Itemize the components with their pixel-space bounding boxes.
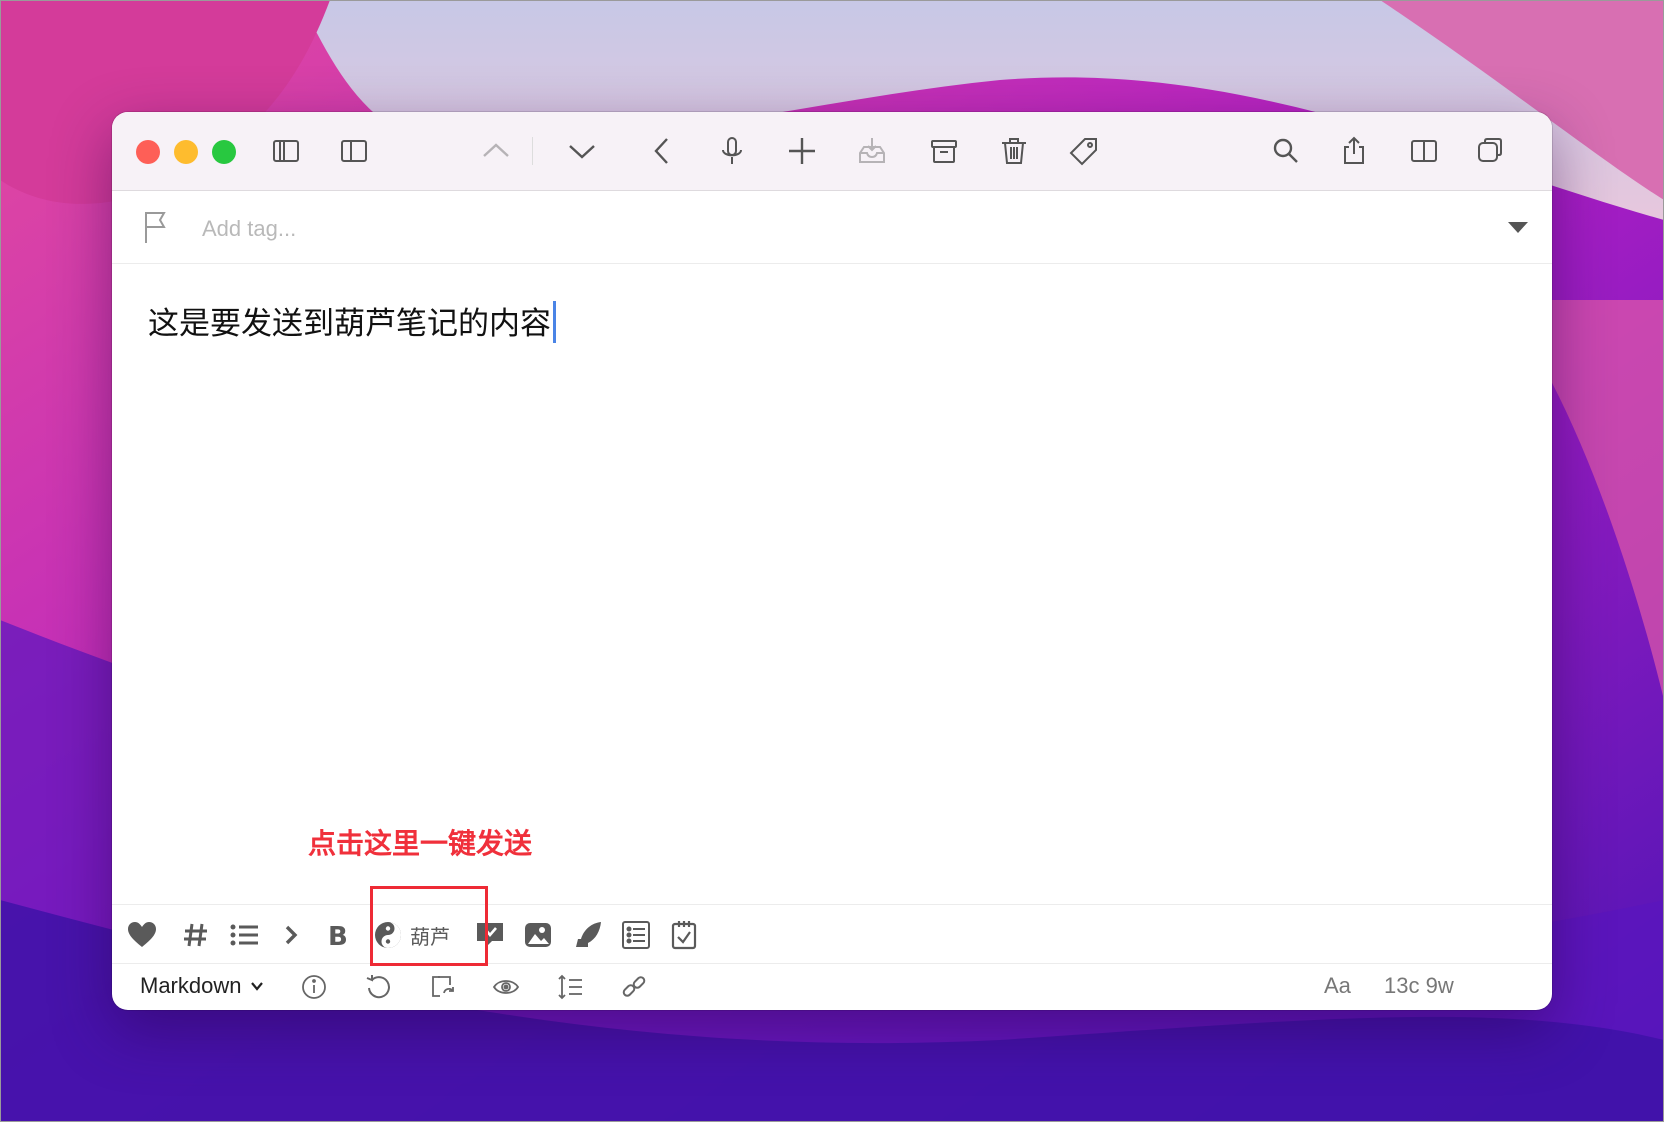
trash-icon[interactable] (992, 129, 1036, 173)
hashtag-icon[interactable] (176, 915, 216, 955)
word-count: 13c 9w (1384, 973, 1454, 998)
annotation-text: 点击这里一键发送 (308, 827, 533, 860)
title-bar (112, 112, 1552, 191)
plus-icon[interactable] (780, 129, 824, 173)
link-icon[interactable] (616, 969, 652, 1005)
quill-icon[interactable] (568, 915, 608, 955)
duplicate-window-icon[interactable] (1468, 129, 1512, 173)
tag-dropdown-icon[interactable] (1506, 219, 1530, 235)
chevron-down-small-icon (251, 982, 264, 991)
mode-selector[interactable]: Markdown (140, 973, 265, 999)
tag-icon[interactable] (1062, 129, 1106, 173)
tag-bar (112, 191, 1552, 264)
sidebar-toggle-icon[interactable] (264, 129, 308, 173)
minimize-window-button[interactable] (174, 140, 198, 164)
add-tag-input[interactable] (200, 211, 1404, 247)
note-editor[interactable]: 这是要发送到葫芦笔记的内容 (148, 298, 556, 343)
flag-icon (140, 209, 172, 245)
heart-icon[interactable] (122, 915, 162, 955)
share-icon[interactable] (1332, 129, 1376, 173)
back-arrow-icon[interactable] (640, 129, 684, 173)
photo-icon[interactable] (518, 915, 558, 955)
calendar-check-icon[interactable] (664, 915, 704, 955)
inbox-download-icon[interactable] (850, 129, 894, 173)
search-icon[interactable] (1264, 129, 1308, 173)
highlight-box (370, 886, 488, 966)
microphone-icon[interactable] (710, 129, 754, 173)
chevron-up-icon[interactable] (474, 129, 518, 173)
bullet-list-icon[interactable] (224, 915, 264, 955)
text-cursor (553, 301, 556, 343)
app-window: 这是要发送到葫芦笔记的内容 点击这里一键发送 B (112, 112, 1552, 1010)
note-content: 这是要发送到葫芦笔记的内容 (148, 306, 551, 342)
chevron-right-icon[interactable] (272, 915, 312, 955)
undo-icon[interactable] (360, 969, 396, 1005)
panel-toggle-icon[interactable] (332, 129, 376, 173)
info-icon[interactable] (296, 969, 332, 1005)
bold-icon[interactable]: B (318, 915, 358, 955)
format-bar: B (112, 904, 1552, 964)
zoom-window-button[interactable] (212, 140, 236, 164)
list-box-icon[interactable] (616, 915, 656, 955)
archive-icon[interactable] (922, 129, 966, 173)
right-panel-icon[interactable] (1402, 129, 1446, 173)
mode-label: Markdown (140, 973, 242, 998)
chevron-down-icon[interactable] (560, 129, 604, 173)
toolbar-divider (532, 137, 533, 165)
svg-text:B: B (328, 922, 348, 951)
close-window-button[interactable] (136, 140, 160, 164)
line-spacing-icon[interactable] (552, 969, 588, 1005)
font-settings-button[interactable]: Aa (1324, 973, 1351, 999)
convert-icon[interactable] (424, 969, 460, 1005)
status-bar: Markdown Aa 13c 9w (112, 963, 1552, 1010)
eye-icon[interactable] (488, 969, 524, 1005)
